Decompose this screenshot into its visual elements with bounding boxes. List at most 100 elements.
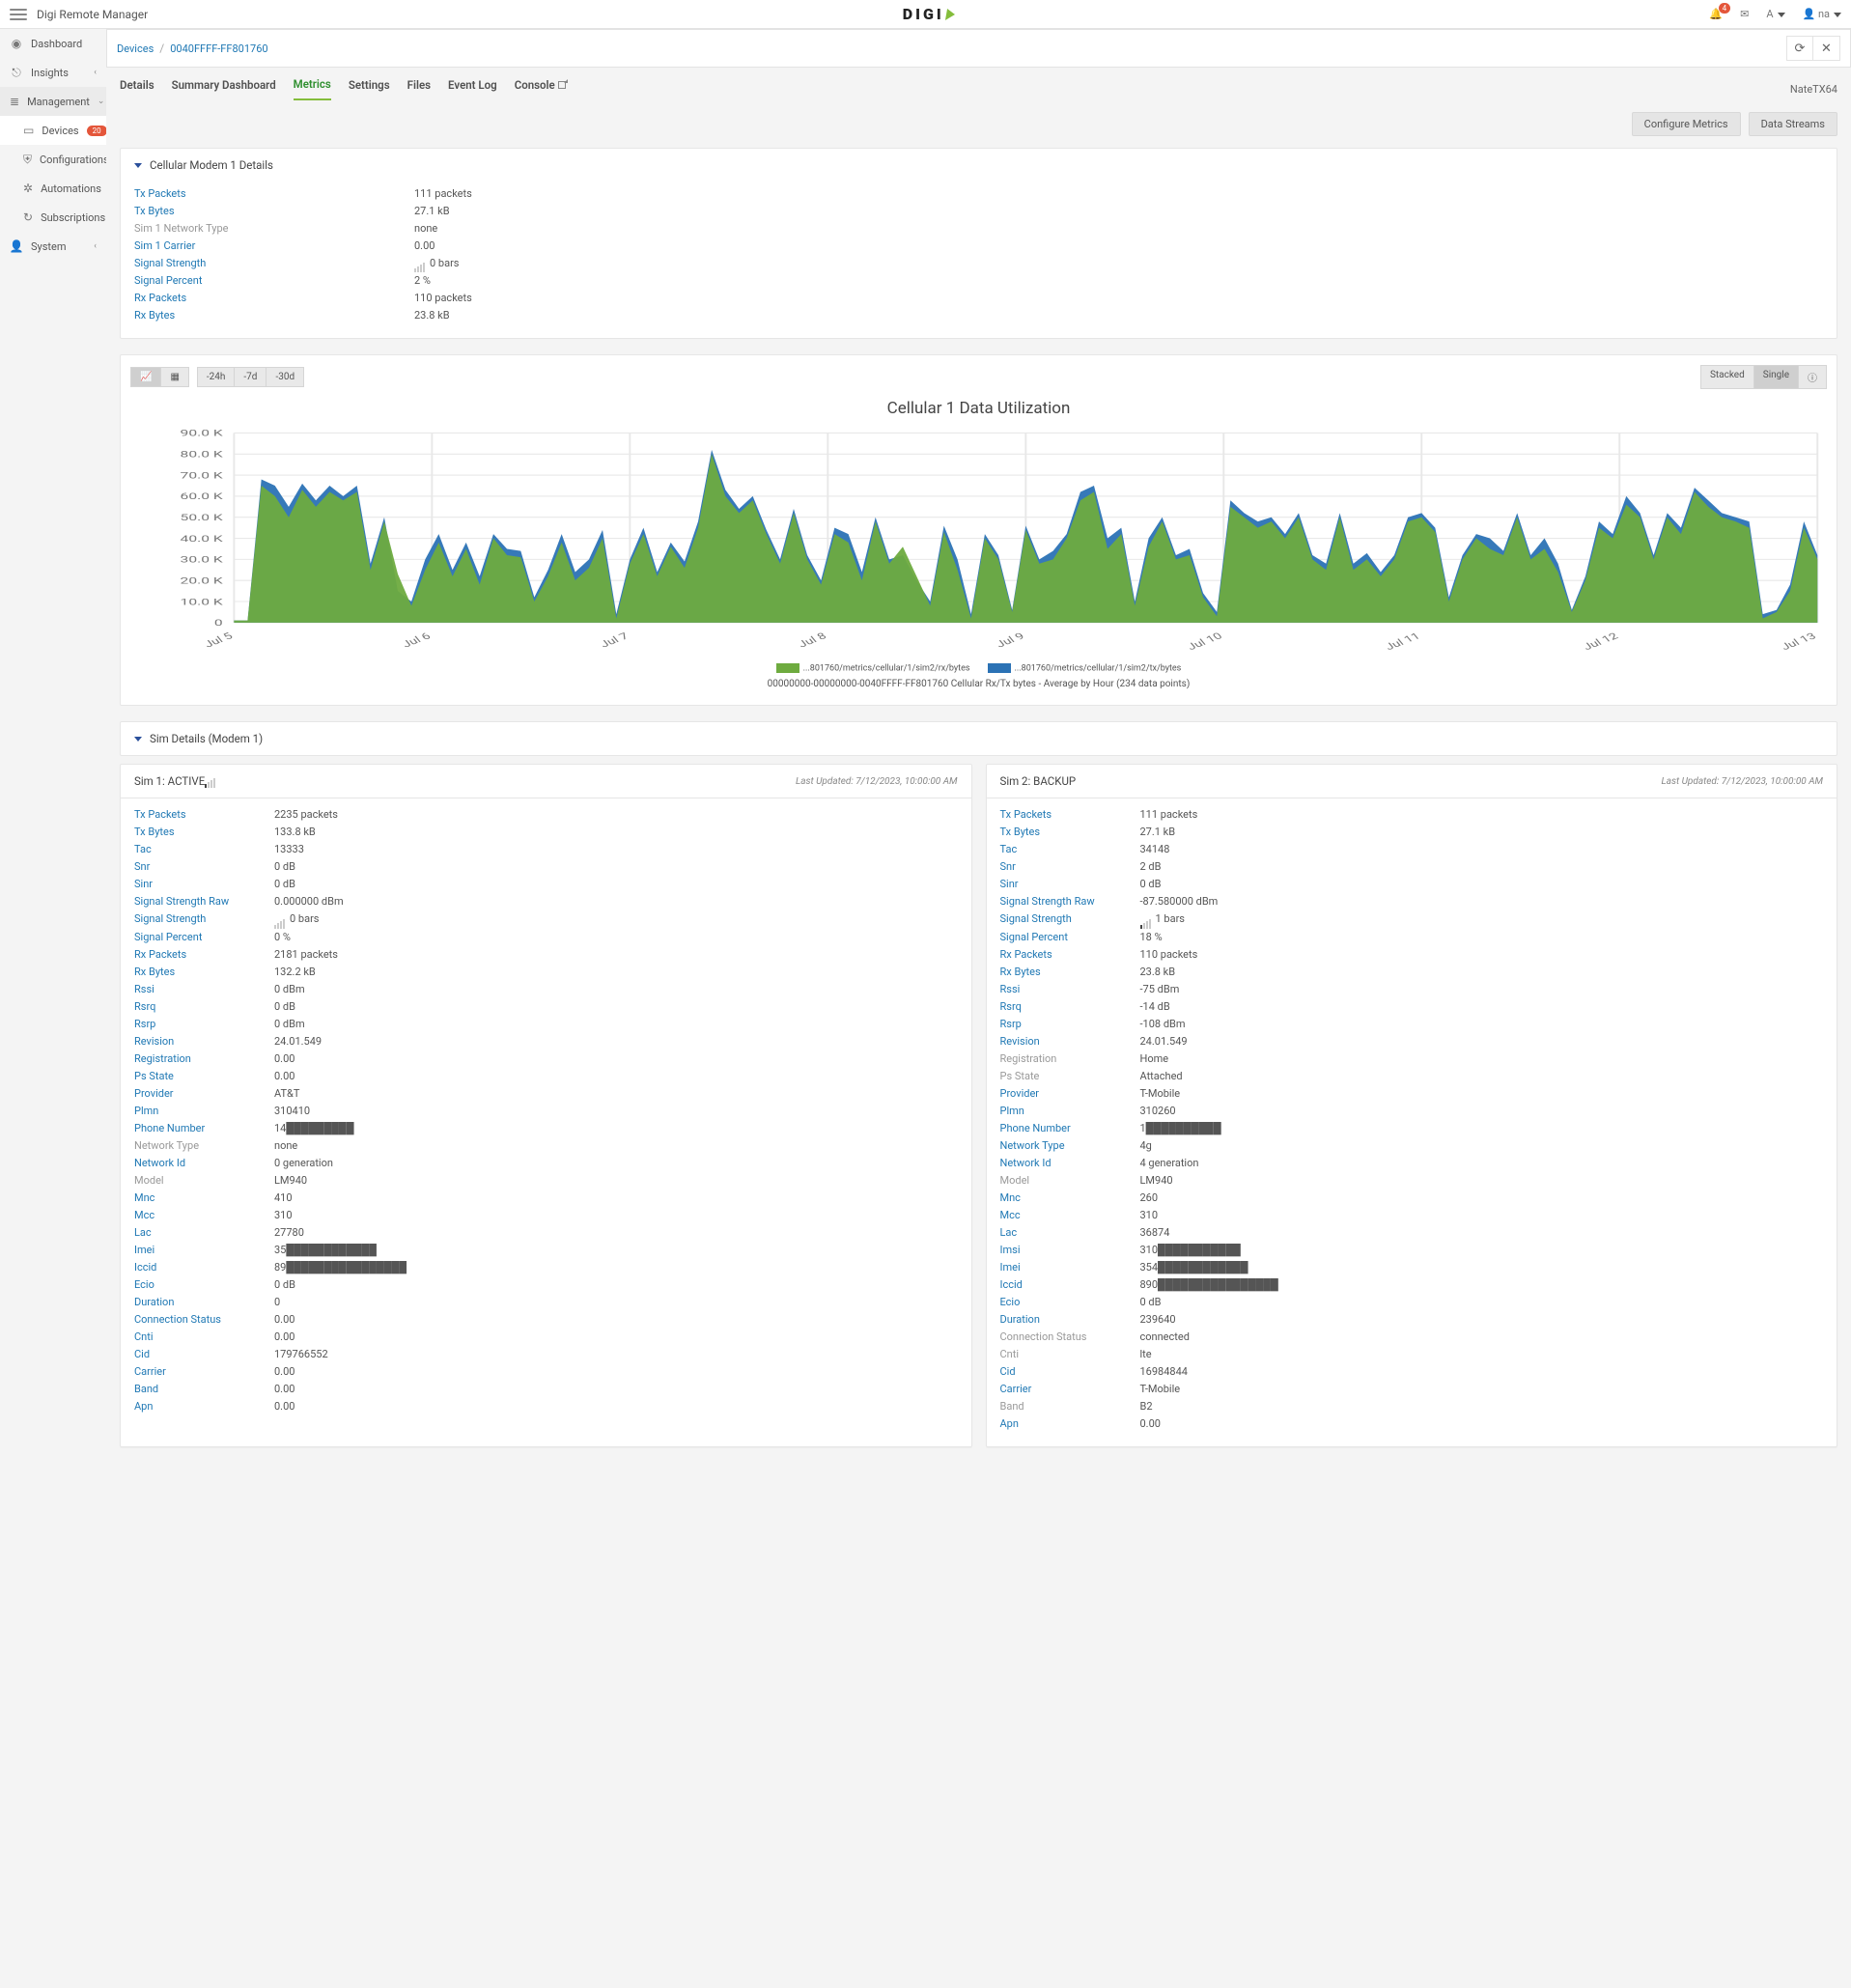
kv-key[interactable]: Signal Strength <box>1000 912 1072 925</box>
kv-key[interactable]: Imei <box>134 1244 154 1256</box>
sidebar-item-subscriptions[interactable]: ↻Subscriptions <box>0 203 106 232</box>
breadcrumb-root[interactable]: Devices <box>117 42 154 55</box>
sidebar-item-dashboard[interactable]: ◉Dashboard <box>0 29 106 58</box>
kv-key[interactable]: Signal Strength Raw <box>1000 895 1095 908</box>
kv-key[interactable]: Imei <box>1000 1261 1021 1274</box>
tab-files[interactable]: Files <box>407 78 431 99</box>
chevron-down-icon[interactable] <box>134 737 142 742</box>
kv-key[interactable]: Signal Strength <box>134 912 206 925</box>
kv-key[interactable]: Mnc <box>1000 1191 1021 1204</box>
user-menu[interactable]: 👤 na <box>1803 8 1842 20</box>
chart-view-chart-icon[interactable]: 📈 <box>130 367 161 387</box>
kv-key[interactable]: Rsrq <box>1000 1000 1022 1013</box>
mode-stacked[interactable]: Stacked <box>1700 365 1754 389</box>
kv-key[interactable]: Tx Packets <box>134 187 186 200</box>
tab-settings[interactable]: Settings <box>349 78 390 99</box>
kv-key[interactable]: Tx Packets <box>1000 808 1052 821</box>
kv-key[interactable]: Rx Bytes <box>134 966 175 978</box>
tab-console[interactable]: Console <box>515 78 566 99</box>
kv-key[interactable]: Registration <box>134 1052 191 1065</box>
refresh-icon[interactable]: ⟳ <box>1786 36 1813 61</box>
breadcrumb-leaf[interactable]: 0040FFFF-FF801760 <box>170 42 267 55</box>
kv-key[interactable]: Mcc <box>134 1209 154 1221</box>
sidebar-item-insights[interactable]: ⎋Insights‹ <box>0 58 106 87</box>
range-30d[interactable]: -30d <box>266 367 304 387</box>
sidebar-item-management[interactable]: ≣Management⌄ <box>0 87 106 116</box>
kv-key[interactable]: Revision <box>1000 1035 1040 1048</box>
kv-key[interactable]: Tx Bytes <box>134 826 175 838</box>
sidebar-item-devices[interactable]: ▭Devices20 <box>0 116 106 145</box>
kv-key[interactable]: Rx Bytes <box>134 309 175 322</box>
kv-key[interactable]: Revision <box>134 1035 174 1048</box>
kv-key[interactable]: Network Id <box>1000 1157 1052 1169</box>
kv-key[interactable]: Plmn <box>134 1105 158 1117</box>
kv-key[interactable]: Snr <box>1000 860 1016 873</box>
kv-key[interactable]: Ecio <box>134 1278 154 1291</box>
kv-key[interactable]: Mnc <box>134 1191 154 1204</box>
kv-key[interactable]: Signal Strength <box>134 257 206 269</box>
kv-key[interactable]: Rx Packets <box>134 292 186 304</box>
kv-key[interactable]: Lac <box>134 1226 152 1239</box>
kv-key[interactable]: Sinr <box>1000 878 1019 890</box>
kv-key[interactable]: Ps State <box>134 1070 174 1082</box>
range-24h[interactable]: -24h <box>197 367 236 387</box>
chevron-down-icon[interactable] <box>134 163 142 168</box>
kv-key[interactable]: Tx Bytes <box>134 205 175 217</box>
kv-key[interactable]: Tx Packets <box>134 808 186 821</box>
kv-key[interactable]: Phone Number <box>134 1122 205 1134</box>
kv-key[interactable]: Rssi <box>134 983 154 995</box>
kv-key[interactable]: Ecio <box>1000 1296 1021 1308</box>
kv-key[interactable]: Snr <box>134 860 150 873</box>
kv-key[interactable]: Connection Status <box>134 1313 221 1326</box>
kv-key[interactable]: Carrier <box>134 1365 166 1378</box>
kv-key[interactable]: Provider <box>1000 1087 1040 1100</box>
kv-key[interactable]: Imsi <box>1000 1244 1021 1256</box>
range-7d[interactable]: -7d <box>235 367 266 387</box>
sidebar-item-automations[interactable]: ✲Automations <box>0 174 106 203</box>
mode-single[interactable]: Single <box>1754 365 1799 389</box>
kv-key[interactable]: Cid <box>134 1348 150 1360</box>
kv-key[interactable]: Rsrq <box>134 1000 155 1013</box>
notifications-icon[interactable]: 🔔4 <box>1709 8 1723 20</box>
kv-key[interactable]: Signal Percent <box>134 274 202 287</box>
kv-key[interactable]: Sim 1 Carrier <box>134 239 195 252</box>
kv-key[interactable]: Signal Strength Raw <box>134 895 229 908</box>
kv-key[interactable]: Carrier <box>1000 1383 1032 1395</box>
close-icon[interactable]: ✕ <box>1813 36 1840 61</box>
kv-key[interactable]: Cnti <box>134 1330 154 1343</box>
kv-key[interactable]: Rsrp <box>1000 1018 1022 1030</box>
kv-key[interactable]: Rsrp <box>134 1018 155 1030</box>
chart-view-table-icon[interactable]: ▦ <box>161 367 188 387</box>
configure-metrics-button[interactable]: Configure Metrics <box>1632 112 1741 136</box>
tab-event-log[interactable]: Event Log <box>448 78 497 99</box>
kv-key[interactable]: Plmn <box>1000 1105 1024 1117</box>
mode-info[interactable]: ⓘ <box>1799 365 1827 389</box>
kv-key[interactable]: Rx Packets <box>1000 948 1052 961</box>
tab-summary-dashboard[interactable]: Summary Dashboard <box>172 78 276 99</box>
kv-key[interactable]: Tx Bytes <box>1000 826 1041 838</box>
kv-key[interactable]: Signal Percent <box>1000 931 1068 943</box>
kv-key[interactable]: Rssi <box>1000 983 1021 995</box>
kv-key[interactable]: Network Id <box>134 1157 185 1169</box>
menu-toggle[interactable] <box>10 9 27 20</box>
kv-key[interactable]: Sinr <box>134 878 153 890</box>
kv-key[interactable]: Iccid <box>1000 1278 1023 1291</box>
kv-key[interactable]: Duration <box>134 1296 174 1308</box>
kv-key[interactable]: Signal Percent <box>134 931 202 943</box>
kv-key[interactable]: Network Type <box>1000 1139 1065 1152</box>
kv-key[interactable]: Phone Number <box>1000 1122 1071 1134</box>
kv-key[interactable]: Tac <box>1000 843 1018 855</box>
kv-key[interactable]: Lac <box>1000 1226 1018 1239</box>
kv-key[interactable]: Rx Bytes <box>1000 966 1041 978</box>
kv-key[interactable]: Duration <box>1000 1313 1040 1326</box>
account-menu[interactable]: A <box>1766 8 1784 20</box>
kv-key[interactable]: Cid <box>1000 1365 1016 1378</box>
kv-key[interactable]: Mcc <box>1000 1209 1021 1221</box>
kv-key[interactable]: Iccid <box>134 1261 156 1274</box>
data-streams-button[interactable]: Data Streams <box>1749 112 1837 136</box>
kv-key[interactable]: Rx Packets <box>134 948 186 961</box>
tab-metrics[interactable]: Metrics <box>294 77 331 100</box>
tab-details[interactable]: Details <box>120 78 154 99</box>
kv-key[interactable]: Apn <box>134 1400 153 1413</box>
kv-key[interactable]: Tac <box>134 843 152 855</box>
